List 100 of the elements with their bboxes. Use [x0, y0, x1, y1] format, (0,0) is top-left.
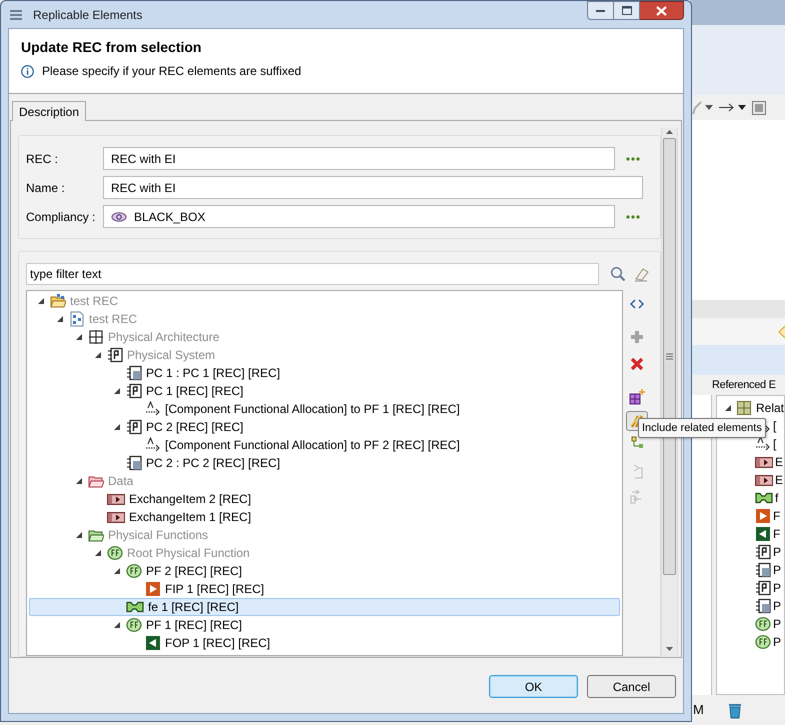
app-icon	[9, 8, 23, 22]
remove-icon	[630, 357, 644, 371]
expanded-toggle-icon[interactable]	[76, 532, 82, 538]
expanded-toggle-icon[interactable]	[95, 352, 101, 358]
expanded-toggle-icon[interactable]	[114, 622, 120, 628]
tree-item[interactable]: f	[775, 489, 778, 507]
tree-item[interactable]: P	[773, 579, 782, 597]
filter-field[interactable]: type filter text	[26, 263, 599, 285]
plus-icon	[630, 330, 644, 344]
tree-item[interactable]: P	[773, 597, 782, 615]
trash-icon[interactable]	[728, 702, 742, 718]
field-value: REC with EI	[111, 180, 176, 196]
close-button[interactable]	[640, 1, 684, 20]
exchange-item-icon	[107, 509, 125, 525]
more-icon	[626, 214, 640, 218]
more-icon	[626, 156, 640, 160]
expanded-toggle-icon[interactable]	[725, 405, 731, 411]
tab[interactable]: Description	[12, 101, 86, 121]
dropdown-icon[interactable]	[738, 105, 746, 110]
tree-item[interactable]: FIP 1 [REC] [REC]	[165, 580, 264, 598]
search-icon[interactable]	[610, 266, 626, 282]
tree-item[interactable]: PC 1 [REC] [REC]	[146, 382, 244, 400]
tree-item[interactable]: P	[773, 561, 782, 579]
tree-item[interactable]: [	[773, 435, 776, 453]
tree-item[interactable]: E	[775, 453, 784, 471]
function-icon	[755, 634, 771, 650]
tree-item[interactable]: P	[773, 633, 782, 651]
tree-item[interactable]: PF 2 [REC] [REC]	[146, 562, 242, 580]
tree-item[interactable]: PC 2 [REC] [REC]	[146, 418, 244, 436]
close-icon	[656, 6, 667, 16]
expanded-toggle-icon[interactable]	[114, 568, 120, 574]
arrow-right-icon[interactable]	[719, 103, 735, 112]
expanded-toggle-icon[interactable]	[57, 316, 63, 322]
tree-item[interactable]: ExchangeItem 2 [REC]	[129, 490, 252, 508]
folder-icon	[50, 293, 66, 309]
tooltip: Include related elements	[638, 418, 766, 438]
exchange-item-icon	[755, 472, 773, 488]
dialog-button[interactable]: Cancel	[587, 675, 676, 698]
tree-item[interactable]: [Component Functional Allocation] to PF 1 [REC] [REC]	[165, 400, 460, 418]
document-icon	[69, 311, 85, 327]
tree-item[interactable]: ExchangeItem 1 [REC]	[129, 508, 252, 526]
field-label: Compliancy :	[25, 208, 96, 226]
tree-item[interactable]: P	[773, 543, 782, 561]
grid-icon	[736, 400, 752, 416]
tree-item[interactable]: P	[773, 615, 782, 633]
tree-item[interactable]: PF 1 [REC] [REC]	[146, 616, 242, 634]
status-text: M	[693, 701, 704, 720]
component-icon	[126, 383, 142, 399]
minimize-icon	[596, 8, 606, 12]
info-message: Please specify if your REC elements are suffixed	[42, 63, 302, 80]
link-icon	[755, 490, 773, 506]
component-icon	[755, 580, 771, 596]
link-icon	[126, 599, 144, 615]
maximize-icon	[622, 6, 632, 15]
input-port-icon	[145, 581, 161, 597]
tree-item[interactable]: fe 1 [REC] [REC]	[148, 598, 239, 616]
field-value: BLACK_BOX	[134, 208, 206, 226]
expanded-toggle-icon[interactable]	[38, 298, 44, 304]
component-part-icon	[126, 455, 142, 471]
function-icon	[755, 616, 771, 632]
tree-item[interactable]: PC 1 : PC 1 [REC] [REC]	[146, 364, 280, 382]
field-label: REC :	[25, 150, 60, 168]
scroll-up-icon[interactable]	[666, 130, 673, 134]
text-field[interactable]: BLACK_BOX	[103, 205, 615, 228]
output-port-icon	[755, 526, 771, 542]
minimize-button[interactable]	[587, 1, 614, 20]
function-icon	[126, 617, 142, 633]
selected-row[interactable]: fe 1 [REC] [REC]	[29, 598, 620, 616]
expanded-toggle-icon[interactable]	[114, 388, 120, 394]
function-icon	[107, 545, 123, 561]
tree-item[interactable]: Relat	[756, 399, 784, 417]
component-icon	[755, 544, 771, 560]
eraser-icon[interactable]	[634, 266, 650, 282]
dropdown-icon[interactable]	[705, 105, 713, 110]
text-field[interactable]: REC with EI	[103, 147, 615, 170]
scroll-down-icon[interactable]	[666, 647, 673, 651]
expanded-toggle-icon[interactable]	[114, 424, 120, 430]
tree-item[interactable]: PC 2 : PC 2 [REC] [REC]	[146, 454, 280, 472]
allocation-arrow-icon	[755, 436, 771, 452]
exchange-item-icon	[755, 454, 773, 470]
expanded-toggle-icon[interactable]	[76, 478, 82, 484]
maximize-button[interactable]	[614, 1, 640, 20]
component-part-icon	[755, 562, 771, 578]
dialog-button[interactable]: OK	[489, 675, 578, 698]
component-part-icon	[755, 598, 771, 614]
tree-item[interactable]: [Component Functional Allocation] to PF 2 [REC] [REC]	[165, 436, 460, 454]
output-port-icon	[145, 635, 161, 651]
tree-item[interactable]: E	[775, 471, 784, 489]
window-title: Replicable Elements	[33, 6, 142, 24]
field-label: Name :	[25, 180, 66, 196]
component-part-icon	[126, 365, 142, 381]
expanded-toggle-icon[interactable]	[76, 334, 82, 340]
text-field[interactable]: REC with EI	[103, 176, 643, 199]
expanded-toggle-icon[interactable]	[95, 550, 101, 556]
layout-icon[interactable]	[752, 100, 766, 114]
page-title: Update REC from selection	[21, 38, 202, 56]
tree-item[interactable]: F	[773, 507, 780, 525]
tree-item[interactable]: F	[773, 525, 780, 543]
tree-item[interactable]: [	[773, 417, 776, 435]
tree-item[interactable]: FOP 1 [REC] [REC]	[165, 634, 270, 652]
